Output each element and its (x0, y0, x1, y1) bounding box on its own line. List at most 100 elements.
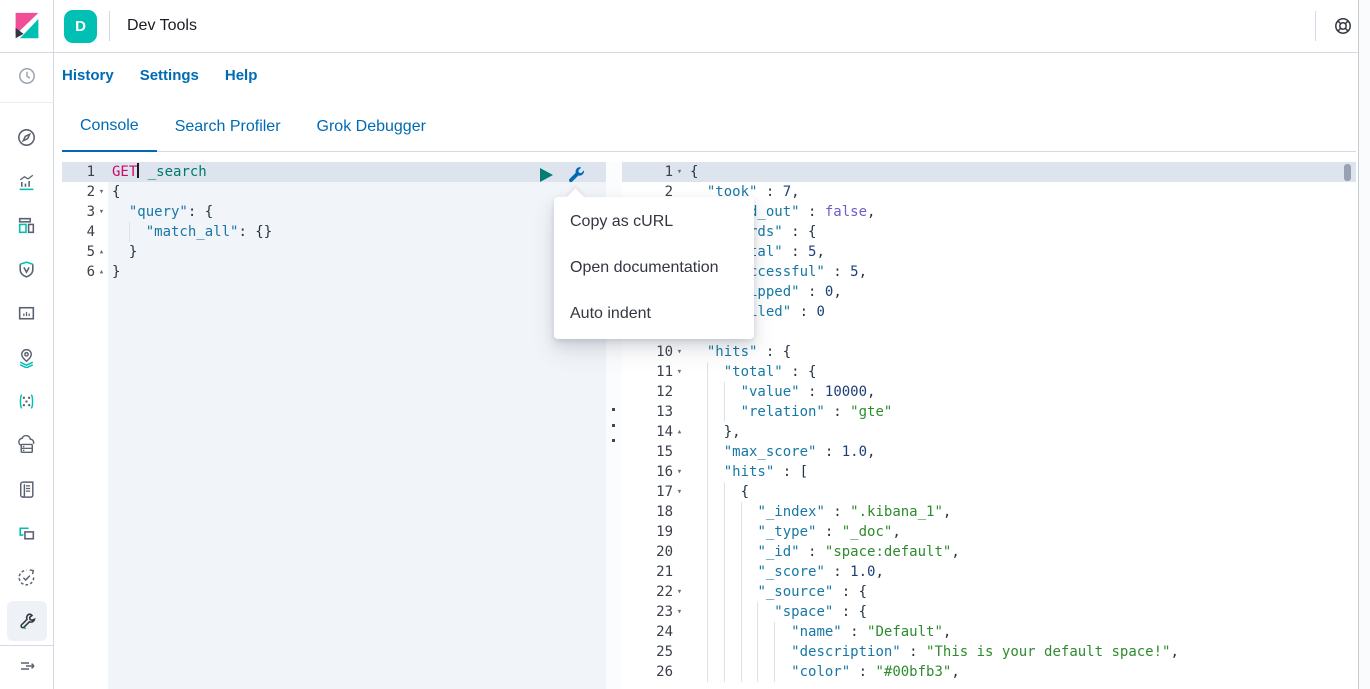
fold-toggle[interactable]: ▾ (673, 362, 686, 382)
fold-toggle[interactable]: ▾ (673, 462, 686, 482)
top-bar: D Dev Tools (0, 0, 1370, 53)
code-line: "total" : { (686, 362, 1356, 382)
space-switcher-badge[interactable]: D (64, 10, 97, 43)
menu-item-auto-indent[interactable]: Auto indent (554, 291, 754, 337)
sidebar-item-visualize[interactable] (7, 161, 47, 201)
sidebar-collapse-button[interactable] (7, 646, 47, 686)
kibana-logo[interactable] (0, 0, 54, 53)
window-scrollbar-gutter[interactable] (1358, 0, 1370, 689)
gutter-line: 10▾ (622, 342, 686, 362)
sidebar-item-snapshot[interactable] (7, 425, 47, 465)
sidebar-item-uptime[interactable] (7, 557, 47, 597)
sidebar-item-canvas[interactable] (7, 293, 47, 333)
menu-item-copy-as-curl[interactable]: Copy as cURL (554, 199, 754, 245)
apm-frames-icon (16, 523, 37, 544)
topbar-divider (109, 11, 110, 41)
sidebar-item-dashboard[interactable] (7, 205, 47, 245)
code-line: "match_all": {} (108, 222, 606, 242)
request-settings-button[interactable] (567, 165, 586, 184)
sidebar-item-apm[interactable] (7, 513, 47, 553)
sidebar-item-devtools[interactable] (7, 601, 47, 641)
logs-scroll-icon (16, 479, 37, 500)
gutter-line: 23▾ (622, 602, 686, 622)
gutter-line: 4 (62, 222, 108, 242)
tab-console[interactable]: Console (62, 117, 157, 152)
wrench-icon (567, 165, 586, 184)
sidebar-item-maps[interactable] (7, 337, 47, 377)
gutter-line: 24 (622, 622, 686, 642)
gutter-line: 12 (622, 382, 686, 402)
gutter-line: 17▾ (622, 482, 686, 502)
fold-toggle[interactable]: ▾ (95, 182, 108, 202)
panel-resize-handle[interactable] (612, 408, 616, 442)
sidebar-item-security[interactable] (7, 249, 47, 289)
gutter-line: 2▾ (62, 182, 108, 202)
code-line: "hits" : { (686, 342, 1356, 362)
code-line: "successful" : 5, (686, 262, 1356, 282)
code-line: "skipped" : 0, (686, 282, 1356, 302)
code-line: { (108, 182, 606, 202)
response-scrollbar-thumb[interactable] (1344, 164, 1351, 181)
gutter-line: 16▾ (622, 462, 686, 482)
recently-viewed-clock-icon (17, 66, 37, 86)
code-line: "_id" : "space:default", (686, 542, 1356, 562)
console-nav-row: History Settings Help (54, 53, 1370, 97)
sidebar-item-recently-viewed[interactable] (7, 56, 47, 96)
request-editor-gutter: 12▾3▾45▴6▴ (62, 162, 108, 689)
fold-toggle[interactable]: ▾ (673, 342, 686, 362)
help-link[interactable]: Help (225, 67, 258, 84)
uptime-clock-icon (16, 567, 37, 588)
send-request-button[interactable] (540, 168, 553, 182)
code-line: "color" : "#00bfb3", (686, 662, 1356, 682)
tab-grok-debugger[interactable]: Grok Debugger (299, 118, 444, 151)
fold-toggle[interactable]: ▾ (673, 162, 686, 182)
code-line: { (686, 482, 1356, 502)
sidebar-item-machine-learning[interactable] (7, 381, 47, 421)
settings-link[interactable]: Settings (140, 67, 199, 84)
code-line: } (108, 262, 606, 282)
code-line: GET _search (108, 162, 606, 182)
gutter-line: 5▴ (62, 242, 108, 262)
code-line: "timed_out" : false, (686, 202, 1356, 222)
sidebar-item-logs[interactable] (7, 469, 47, 509)
gutter-line: 18 (622, 502, 686, 522)
page-title: Dev Tools (127, 17, 197, 35)
request-editor-code[interactable]: GET _search{ "query": { "match_all": {} … (108, 162, 606, 689)
fold-toggle[interactable]: ▾ (673, 482, 686, 502)
gutter-line: 3▾ (62, 202, 108, 222)
code-line: { (686, 162, 1356, 182)
fold-toggle[interactable]: ▾ (673, 582, 686, 602)
fold-toggle[interactable]: ▴ (95, 262, 108, 282)
gutter-line: 21 (622, 562, 686, 582)
gutter-line: 6▴ (62, 262, 108, 282)
gutter-line: 22▾ (622, 582, 686, 602)
tab-search-profiler[interactable]: Search Profiler (157, 118, 299, 151)
fold-toggle[interactable]: ▴ (673, 422, 686, 442)
fold-toggle[interactable]: ▾ (95, 202, 108, 222)
menu-item-open-documentation[interactable]: Open documentation (554, 245, 754, 291)
request-editor[interactable]: 12▾3▾45▴6▴ GET _search{ "query": { "matc… (62, 162, 606, 689)
life-ring-icon (1333, 16, 1353, 36)
code-line: "failed" : 0 (686, 302, 1356, 322)
discover-compass-icon (16, 127, 37, 148)
fold-toggle[interactable]: ▴ (95, 242, 108, 262)
response-editor-code[interactable]: { "took" : 7, "timed_out" : false, "_sha… (686, 162, 1356, 689)
code-line: } (108, 242, 606, 262)
code-line: }, (686, 322, 1356, 342)
sidebar-item-discover[interactable] (7, 117, 47, 157)
code-line: "_source" : { (686, 582, 1356, 602)
snapshot-cloud-icon (16, 435, 37, 456)
maps-pin-icon (16, 347, 37, 368)
gutter-line: 25 (622, 642, 686, 662)
code-line: "value" : 10000, (686, 382, 1356, 402)
code-line: "name" : "Default", (686, 622, 1356, 642)
visualize-chart-icon (16, 171, 37, 192)
code-line: "took" : 7, (686, 182, 1356, 202)
gutter-line: 1▾ (622, 162, 686, 182)
app-sidebar (0, 53, 54, 689)
devtools-wrench-icon (17, 611, 37, 631)
fold-toggle[interactable]: ▾ (673, 602, 686, 622)
history-link[interactable]: History (62, 67, 114, 84)
machine-learning-dots-icon (16, 391, 37, 412)
dashboard-blocks-icon (16, 215, 37, 236)
